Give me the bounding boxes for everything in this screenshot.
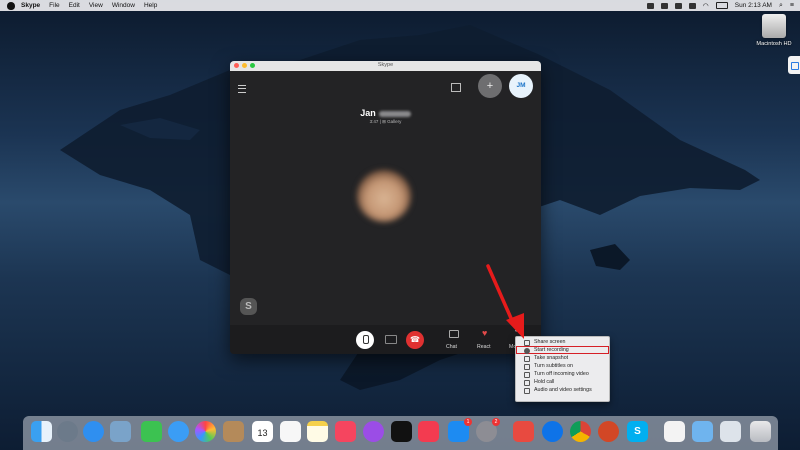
trash-icon[interactable] <box>750 421 771 442</box>
menu-item-hold-call[interactable]: Hold call <box>516 378 609 386</box>
callee-first-name: Jan <box>360 108 376 118</box>
notes-icon[interactable] <box>307 421 328 442</box>
menu-item-label: Share screen <box>534 339 566 345</box>
participant-video <box>357 170 411 222</box>
heart-icon[interactable]: ♥ <box>482 328 487 338</box>
skype-window: Skype + JM Jan 3:47 | ⊞ Gallery S ☎ Chat… <box>230 61 541 354</box>
menu-item-label: Start recording <box>534 347 569 353</box>
apple-logo-icon[interactable] <box>7 1 15 10</box>
contacts-icon[interactable] <box>223 421 244 442</box>
search-icon[interactable]: ⌕ <box>779 2 783 10</box>
control-center-icon[interactable]: ≡ <box>790 2 794 9</box>
react-button-label[interactable]: React <box>477 344 491 350</box>
callee-name: Jan <box>230 108 541 118</box>
powerpoint-icon[interactable] <box>598 421 619 442</box>
menu-file[interactable]: File <box>49 2 59 9</box>
window-titlebar[interactable]: Skype <box>230 61 541 71</box>
menu-bar: Skype File Edit View Window Help ◠ Sun 2… <box>0 0 800 11</box>
menu-item-incoming-video[interactable]: Turn off incoming video <box>516 370 609 378</box>
call-subtitle[interactable]: 3:47 | ⊞ Gallery <box>230 119 541 125</box>
menu-app-name[interactable]: Skype <box>21 2 40 9</box>
anydesk-icon[interactable] <box>513 421 534 442</box>
reminders-icon[interactable] <box>280 421 301 442</box>
avatar[interactable]: JM <box>509 74 533 98</box>
app-store-badge: 1 <box>464 418 472 426</box>
system-preferences-icon[interactable]: 2 <box>476 418 500 442</box>
menu-view[interactable]: View <box>89 2 103 9</box>
status-icon[interactable] <box>674 2 682 9</box>
menu-item-av-settings[interactable]: Audio and video settings <box>516 386 609 394</box>
menu-item-label: Take snapshot <box>534 355 569 361</box>
window-title: Skype <box>377 62 394 68</box>
status-icon[interactable] <box>646 2 654 9</box>
hard-drive-label[interactable]: Macintosh HD <box>748 41 800 47</box>
facetime-icon[interactable] <box>141 421 162 442</box>
safari-icon[interactable] <box>83 421 104 442</box>
fit-screen-icon[interactable] <box>451 83 461 92</box>
hard-drive-icon[interactable] <box>762 14 786 38</box>
launchpad-icon[interactable] <box>57 421 78 442</box>
end-call-button[interactable]: ☎ <box>406 331 424 349</box>
finder-icon[interactable] <box>31 421 52 442</box>
wifi-icon[interactable]: ◠ <box>703 2 709 10</box>
folder-icon[interactable] <box>692 421 713 442</box>
battery-icon[interactable] <box>715 2 728 9</box>
camera-toggle-button[interactable] <box>385 335 397 344</box>
news-icon[interactable] <box>418 421 439 442</box>
menu-window[interactable]: Window <box>112 2 135 9</box>
menu-item-label: Audio and video settings <box>534 387 592 393</box>
music-icon[interactable] <box>335 421 356 442</box>
calendar-icon[interactable]: 13 <box>252 421 273 442</box>
chrome-icon[interactable] <box>570 421 591 442</box>
system-preferences-badge: 2 <box>492 418 500 426</box>
teamviewer-icon[interactable] <box>542 421 563 442</box>
status-icon[interactable] <box>660 2 668 9</box>
menu-item-start-recording[interactable]: Start recording <box>516 346 609 354</box>
teamviewer-widget-icon[interactable] <box>788 56 800 74</box>
skype-logo-icon: S <box>240 298 257 315</box>
preview-window-icon[interactable] <box>720 421 741 442</box>
blurred-surname <box>378 110 411 117</box>
status-icon[interactable] <box>688 2 696 9</box>
textedit-icon[interactable] <box>664 421 685 442</box>
menu-item-label: Hold call <box>534 379 555 385</box>
apple-tv-icon[interactable] <box>391 421 412 442</box>
menu-item-subtitles[interactable]: Turn subtitles on <box>516 362 609 370</box>
menu-help[interactable]: Help <box>144 2 157 9</box>
skype-dock-icon[interactable]: S <box>627 421 648 442</box>
call-controls-bar: ☎ Chat ♥ React ••• More <box>230 325 541 354</box>
menu-edit[interactable]: Edit <box>69 2 80 9</box>
status-area: ◠ Sun 2:13 AM ⌕ ≡ <box>646 0 794 11</box>
messages-icon[interactable] <box>168 421 189 442</box>
podcasts-icon[interactable] <box>363 421 384 442</box>
menu-hamburger-icon[interactable] <box>238 85 246 93</box>
menubar-clock[interactable]: Sun 2:13 AM <box>735 2 772 9</box>
microphone-button[interactable] <box>356 331 374 349</box>
app-store-icon[interactable]: 1 <box>448 418 472 442</box>
chat-icon[interactable] <box>449 330 459 338</box>
preview-icon[interactable] <box>110 421 131 442</box>
chat-button-label[interactable]: Chat <box>446 344 457 350</box>
more-options-menu: Share screen Start recording Take snapsh… <box>515 336 610 402</box>
menu-item-share-screen[interactable]: Share screen <box>516 338 609 346</box>
photos-icon[interactable] <box>195 421 216 442</box>
add-participant-button[interactable]: + <box>478 74 502 98</box>
menu-item-label: Turn subtitles on <box>534 363 573 369</box>
dock: 13 1 2 S <box>23 416 778 450</box>
menu-item-label: Turn off incoming video <box>534 371 589 377</box>
menu-item-take-snapshot[interactable]: Take snapshot <box>516 354 609 362</box>
gear-icon <box>524 388 530 394</box>
more-options-icon[interactable]: ••• <box>515 328 522 335</box>
